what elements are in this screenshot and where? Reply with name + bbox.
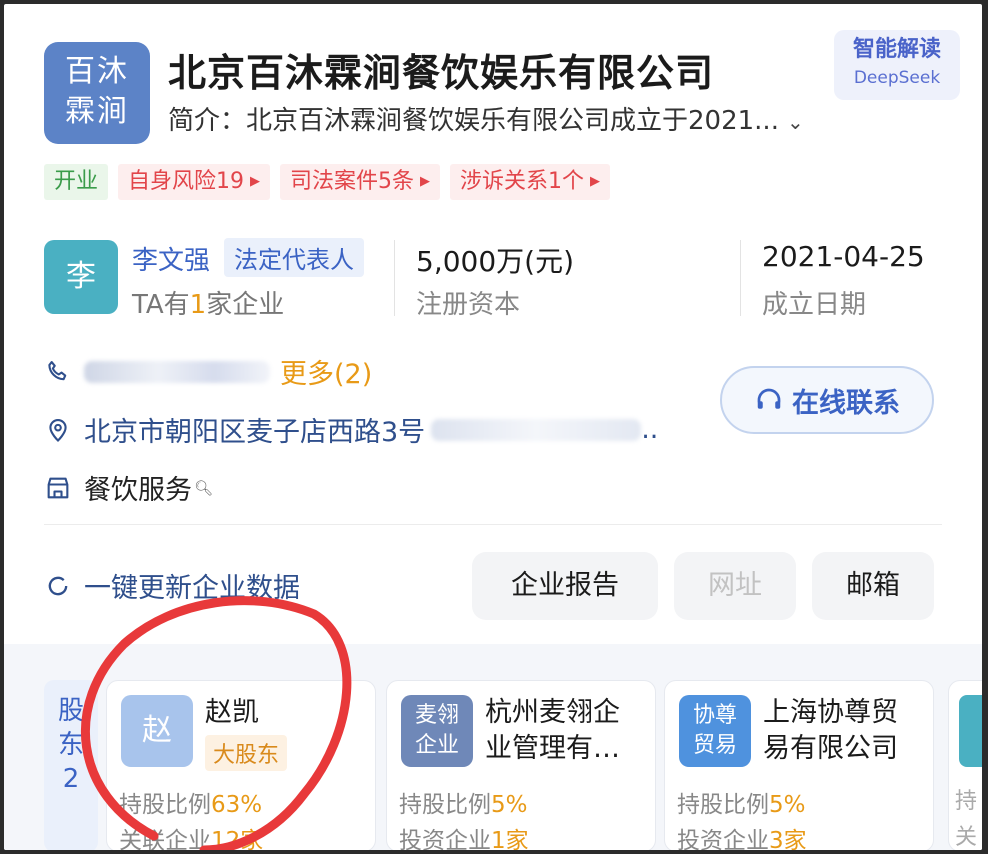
assoc-label: 关联企业: [119, 828, 211, 850]
assoc-line: 投资企业3家: [677, 821, 807, 850]
tab-char: 股: [57, 696, 84, 726]
online-contact-label: 在线联系: [792, 387, 900, 419]
company-detail-screen: 百沐 霖涧 北京百沐霖涧餐饮娱乐有限公司 简介：北京百沐霖涧餐饮娱乐有限公司成立…: [4, 4, 982, 850]
refresh-data-label: 一键更新企业数据: [84, 573, 300, 604]
major-shareholder-badge: 大股东: [205, 735, 288, 771]
stake-label: 持股比例: [119, 792, 211, 818]
website-button[interactable]: 网址: [674, 552, 796, 620]
tab-count: 2: [62, 764, 80, 794]
tab-shareholders[interactable]: 股 东 2: [44, 680, 98, 850]
avatar-line-2: 企业: [414, 733, 459, 758]
company-intro[interactable]: 简介：北京百沐霖涧餐饮娱乐有限公司成立于2021... ⌄: [168, 100, 804, 137]
stake-value: 63%: [211, 792, 263, 818]
status-tags: 开业 自身风险19 ▶ 司法案件5条 ▶ 涉诉关系1个 ▶: [44, 164, 611, 200]
shareholder-name: 上海协尊贸易有限公司: [763, 697, 898, 764]
edge-text: 关: [955, 825, 978, 850]
divider: [740, 240, 741, 316]
shareholder-avatar: [959, 695, 982, 767]
online-contact-button[interactable]: 在线联系: [720, 366, 934, 434]
address-text: 北京市朝阳区麦子店西路3号: [84, 417, 426, 448]
search-icon: 🔍︎: [194, 478, 214, 497]
litigation-tag[interactable]: 涉诉关系1个 ▶: [450, 164, 611, 200]
shareholder-card[interactable]: 麦翎 企业 杭州麦翎企业管理有… 持股比例5% 投资企业1家: [386, 680, 656, 850]
stake-label: 持股比例: [677, 792, 769, 818]
ai-interpret-sub: DeepSeek: [853, 68, 941, 88]
phone-icon: [48, 360, 67, 380]
caret-right-icon: ▶: [420, 174, 431, 189]
location-pin-icon: [49, 418, 67, 442]
assoc-line: 关联企业12家: [119, 821, 263, 850]
registered-capital-value: 5,000万(元): [416, 245, 575, 278]
logo-line-2: 霖涧: [65, 94, 129, 129]
shareholder-name: 赵凯: [205, 697, 259, 728]
risk-tag-label: 自身风险19: [128, 169, 245, 194]
legal-rep-role-badge: 法定代表人: [224, 238, 364, 277]
risk-tag[interactable]: 自身风险19 ▶: [118, 164, 271, 200]
status-badge: 开业: [44, 164, 109, 200]
refresh-icon: [48, 576, 68, 595]
shareholder-card[interactable]: 赵 赵凯 大股东 持股比例63% 关联企业12家: [106, 680, 376, 850]
avatar-line-1: 协尊: [692, 703, 737, 728]
industry-text: 餐饮服务: [84, 475, 192, 506]
shareholder-avatar: 赵: [121, 695, 193, 767]
stake-value: 5%: [769, 792, 806, 818]
assoc-label: 投资企业: [399, 828, 491, 850]
address-ellipsis: ..: [641, 414, 659, 445]
stake-label: 持股比例: [399, 792, 491, 818]
litigation-label: 涉诉关系1个: [460, 169, 585, 194]
companies-count: 1: [189, 290, 207, 320]
chevron-down-icon[interactable]: ⌄: [787, 110, 804, 134]
refresh-data-button[interactable]: 一键更新企业数据: [44, 566, 300, 605]
avatar-line-2: 贸易: [692, 733, 737, 758]
phone-line[interactable]: 更多(2): [44, 352, 372, 391]
founded-date-label: 成立日期: [762, 290, 867, 320]
judicial-cases-tag[interactable]: 司法案件5条 ▶: [280, 164, 441, 200]
stake-line: 持股比例5%: [399, 785, 528, 819]
ai-interpret-label: 智能解读: [852, 37, 941, 62]
company-logo: 百沐 霖涧: [44, 42, 150, 144]
divider: [44, 524, 942, 525]
assoc-value: 3家: [769, 828, 807, 850]
more-phones-link[interactable]: 更多(2): [280, 352, 372, 391]
stake-line: 持股比例5%: [677, 785, 806, 819]
caret-right-icon: ▶: [250, 174, 261, 189]
stake-line: 持股比例63%: [119, 785, 262, 819]
divider: [394, 240, 395, 316]
company-name: 北京百沐霖涧餐饮娱乐有限公司: [168, 51, 715, 95]
shareholder-avatar: 协尊 贸易: [679, 695, 751, 767]
edge-text: 持: [955, 789, 978, 814]
caret-right-icon: ▶: [590, 174, 601, 189]
shareholder-avatar: 麦翎 企业: [401, 695, 473, 767]
shareholder-name: 杭州麦翎企业管理有…: [485, 697, 620, 764]
assoc-label: 投资企业: [677, 828, 769, 850]
company-report-button[interactable]: 企业报告: [472, 552, 658, 620]
ai-interpret-button[interactable]: 智能解读 DeepSeek: [834, 30, 960, 100]
founded-date-value: 2021-04-25: [762, 240, 925, 273]
headset-icon: [757, 388, 781, 409]
companies-suffix: 家企业: [206, 290, 285, 320]
assoc-line: 投资企业1家: [399, 821, 529, 850]
avatar-line-1: 麦翎: [414, 703, 459, 728]
shareholder-card-partial[interactable]: 持 关: [948, 680, 982, 850]
address-redacted: [431, 418, 642, 441]
email-button[interactable]: 邮箱: [812, 552, 934, 620]
stake-value: 5%: [491, 792, 528, 818]
assoc-value: 12家: [211, 828, 264, 850]
shareholder-card[interactable]: 协尊 贸易 上海协尊贸易有限公司 持股比例5% 投资企业3家: [664, 680, 934, 850]
phone-number-redacted: [84, 360, 270, 383]
assoc-value: 1家: [491, 828, 529, 850]
legal-rep-avatar[interactable]: 李: [44, 240, 118, 314]
legal-rep-name[interactable]: 李文强: [132, 240, 210, 277]
store-icon: [47, 477, 69, 498]
intro-text: 简介：北京百沐霖涧餐饮娱乐有限公司成立于2021...: [168, 106, 779, 136]
logo-line-1: 百沐: [65, 54, 129, 89]
judicial-cases-label: 司法案件5条: [290, 169, 415, 194]
registered-capital-label: 注册资本: [416, 290, 521, 320]
legal-rep-companies[interactable]: TA有1家企业: [132, 284, 284, 321]
industry-line[interactable]: 餐饮服务 🔍︎: [44, 468, 213, 507]
address-line[interactable]: 北京市朝阳区麦子店西路3号 ..: [44, 410, 658, 449]
tab-char: 东: [57, 730, 84, 760]
companies-prefix: TA有: [132, 290, 190, 320]
